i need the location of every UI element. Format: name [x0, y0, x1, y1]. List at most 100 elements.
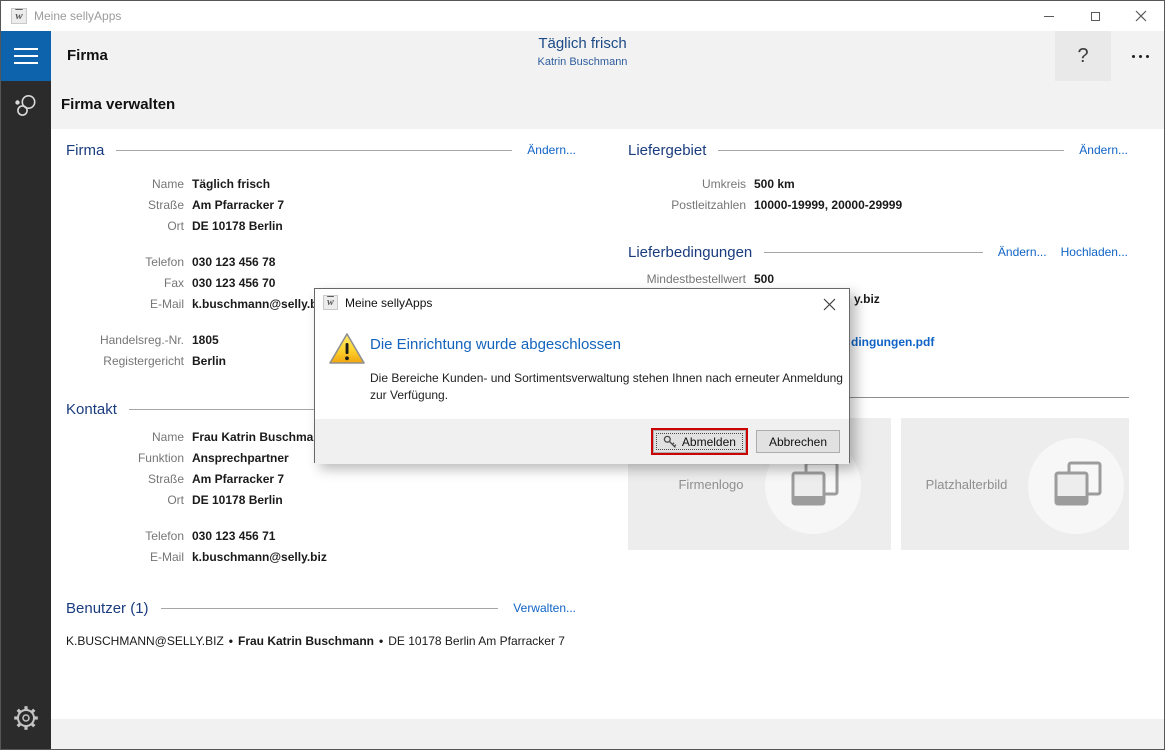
dialog-close-button[interactable]: [817, 293, 841, 315]
email-value-fragment: y.biz: [854, 292, 880, 306]
benutzer-manage-link[interactable]: Verwalten...: [513, 601, 576, 615]
field-row: Ort DE 10178 Berlin: [66, 215, 576, 236]
field-value: 500 km: [754, 176, 795, 191]
user-email: K.BUSCHMANN@SELLY.BIZ: [66, 633, 224, 648]
field-value: 500: [754, 271, 775, 286]
close-icon: [1135, 10, 1147, 22]
field-value: k.buschmann@selly.biz: [192, 296, 327, 311]
section-firma-header: Firma Ändern...: [66, 138, 576, 162]
field-value: 030 123 456 71: [192, 528, 276, 543]
key-icon: [663, 435, 677, 448]
section-liefergebiet-header: Liefergebiet Ändern...: [628, 138, 1128, 162]
dialog-titlebar: w Meine sellyApps: [315, 289, 849, 317]
section-lieferbedingungen-header: Lieferbedingungen Ändern... Hochladen...: [628, 240, 1128, 264]
gear-icon: [14, 706, 38, 730]
field-row: Mindestbestellwert 500: [628, 268, 1128, 289]
user-name: Frau Katrin Buschmann: [237, 633, 375, 648]
field-value: Am Pfarracker 7: [192, 197, 285, 212]
close-icon: [823, 298, 835, 310]
field-value: Berlin: [192, 353, 227, 368]
field-label: E-Mail: [149, 296, 184, 311]
field-label: Name: [151, 429, 184, 444]
hamburger-menu-button[interactable]: [1, 31, 51, 81]
titlebar: w Meine sellyApps: [1, 1, 1164, 31]
field-label: Straße: [147, 197, 184, 212]
field-value: 030 123 456 70: [192, 275, 276, 290]
section-title: Lieferbedingungen: [628, 243, 753, 261]
field-row: Name Täglich frisch: [66, 173, 576, 194]
section-title: Benutzer (1): [66, 599, 149, 617]
help-button[interactable]: ?: [1055, 31, 1111, 81]
card-label: Platzhalterbild: [925, 476, 1008, 492]
subheader-title: Firma verwalten: [61, 96, 176, 113]
field-label: E-Mail: [149, 549, 184, 564]
button-label: Abbrechen: [768, 434, 827, 449]
divider: [764, 251, 983, 253]
field-row: Straße Am Pfarracker 7: [66, 468, 576, 489]
more-options-button[interactable]: [1114, 31, 1164, 81]
field-label: Handelsreg.-Nr.: [99, 332, 184, 347]
minimize-button[interactable]: [1026, 1, 1072, 31]
window-controls: [1026, 1, 1164, 31]
field-row: Telefon 030 123 456 78: [66, 251, 576, 272]
section-title: Liefergebiet: [628, 141, 707, 159]
field-value: Ansprechpartner: [192, 450, 289, 465]
sidebar: [1, 31, 51, 749]
field-row: Ort DE 10178 Berlin: [66, 489, 576, 510]
field-row: E-Mail k.buschmann@selly.biz: [66, 546, 576, 567]
dialog-message: Die Bereiche Kunden- und Sortimentsverwa…: [370, 371, 843, 402]
user-address: DE 10178 Berlin Am Pfarracker 7: [388, 633, 565, 648]
firma-change-link[interactable]: Ändern...: [527, 143, 576, 157]
app-window: w Meine sellyApps Firma ? Täglich frisch…: [0, 0, 1165, 750]
field-value: Frau Katrin Buschmann: [192, 429, 329, 444]
subheader: Firma verwalten: [51, 81, 1164, 129]
field-label: Funktion: [137, 450, 184, 465]
abmelden-button[interactable]: Abmelden: [652, 430, 746, 453]
field-label: Name: [151, 176, 184, 191]
field-value: k.buschmann@selly.biz: [192, 549, 327, 564]
field-value: 10000-19999, 20000-29999: [754, 197, 903, 212]
maximize-button[interactable]: [1072, 1, 1118, 31]
section-benutzer-header: Benutzer (1) Verwalten...: [66, 596, 576, 620]
abbrechen-button[interactable]: Abbrechen: [755, 430, 840, 453]
separator: •: [379, 633, 384, 648]
field-label: Telefon: [145, 254, 184, 269]
field-value: 030 123 456 78: [192, 254, 276, 269]
confirmation-dialog: w Meine sellyApps Die Einrichtung wurde …: [314, 288, 850, 464]
field-value: 1805: [192, 332, 219, 347]
lieferbedingungen-change-link[interactable]: Ändern...: [998, 245, 1047, 259]
liefergebiet-change-link[interactable]: Ändern...: [1079, 143, 1128, 157]
card-label: Firmenlogo: [678, 476, 744, 492]
field-row: Straße Am Pfarracker 7: [66, 194, 576, 215]
maximize-icon: [1090, 11, 1100, 21]
header: Firma ?: [51, 31, 1164, 81]
section-lieferbedingungen: Lieferbedingungen Ändern... Hochladen...…: [628, 240, 1128, 289]
field-row: Postleitzahlen 10000-19999, 20000-29999: [628, 194, 1128, 215]
app-logo-icon: w: [323, 295, 338, 310]
field-value: Am Pfarracker 7: [192, 471, 285, 486]
liefergebiet-rows: Umkreis 500 km Postleitzahlen 10000-19999,…: [628, 173, 1128, 215]
field-label: Registergericht: [103, 353, 184, 368]
warning-icon: [327, 331, 367, 370]
sidebar-item-network[interactable]: [1, 81, 51, 129]
user-list-item: K.BUSCHMANN@SELLY.BIZ • Frau Katrin Busc…: [66, 630, 576, 651]
pdf-link-fragment[interactable]: dingungen.pdf: [851, 335, 934, 349]
help-icon: ?: [1077, 44, 1089, 67]
settings-button[interactable]: [1, 698, 51, 738]
field-label: Telefon: [145, 528, 184, 543]
minimize-icon: [1044, 15, 1054, 17]
dialog-heading: Die Einrichtung wurde abgeschlossen: [370, 336, 621, 353]
window-title: Meine sellyApps: [34, 9, 122, 23]
close-button[interactable]: [1118, 1, 1164, 31]
section-benutzer: Benutzer (1) Verwalten... K.BUSCHMANN@SE…: [66, 596, 576, 651]
field-row: Umkreis 500 km: [628, 173, 1128, 194]
share-icon: [15, 95, 36, 116]
dialog-title: Meine sellyApps: [345, 296, 433, 310]
field-value: DE 10178 Berlin: [192, 218, 283, 233]
field-value: DE 10178 Berlin: [192, 492, 283, 507]
lieferbedingungen-upload-link[interactable]: Hochladen...: [1061, 245, 1128, 259]
field-label: Postleitzahlen: [671, 197, 746, 212]
divider: [718, 149, 1065, 151]
placeholder-image-card[interactable]: Platzhalterbild: [901, 418, 1129, 550]
bottom-bar: [51, 719, 1164, 749]
